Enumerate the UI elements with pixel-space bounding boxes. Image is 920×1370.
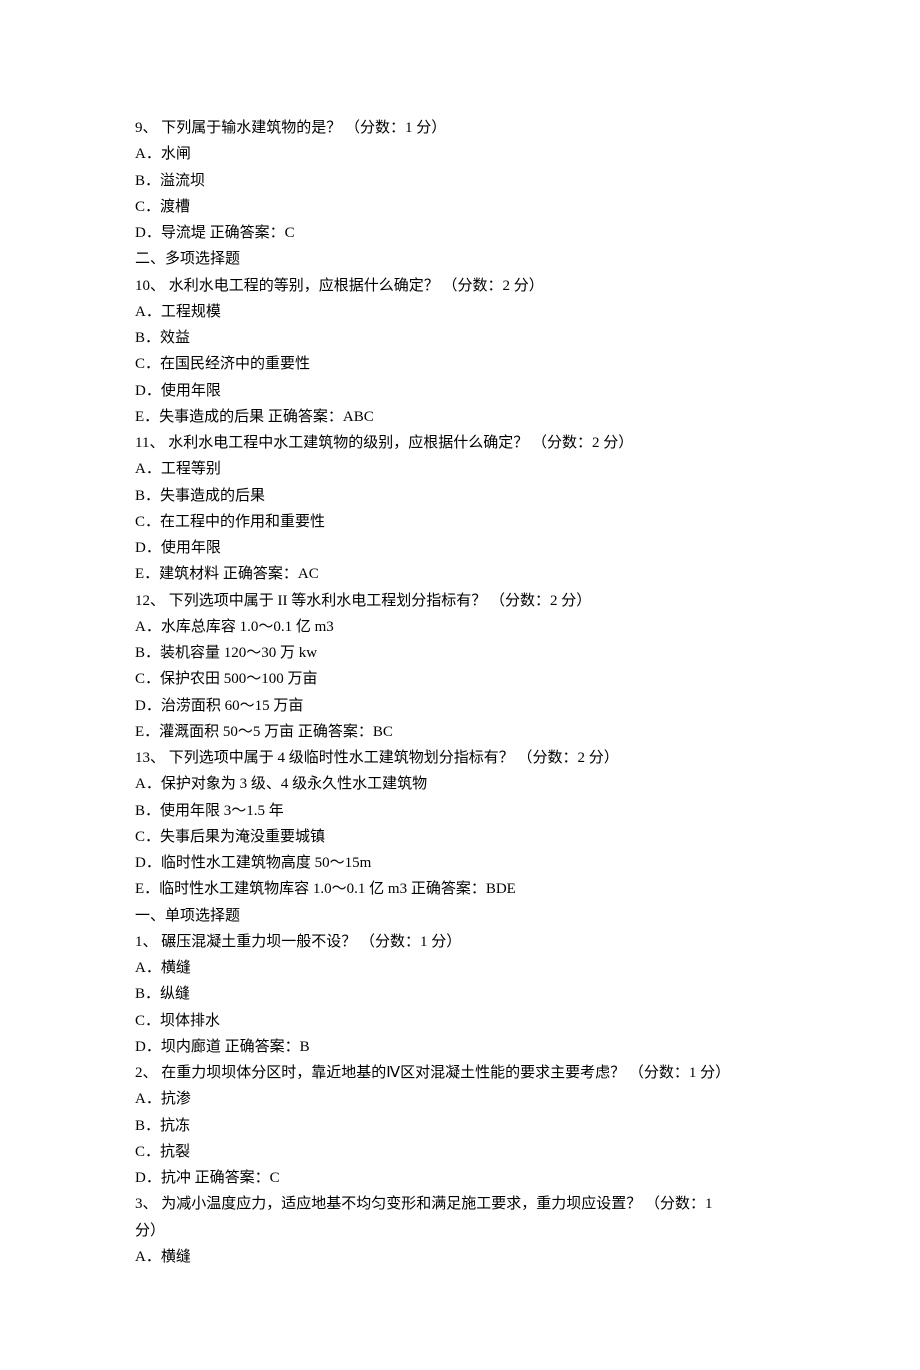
text-line: D．使用年限 bbox=[135, 378, 790, 404]
text-line: A．水闸 bbox=[135, 141, 790, 167]
text-line: C．保护农田 500～100 万亩 bbox=[135, 666, 790, 692]
text-line: C．渡槽 bbox=[135, 194, 790, 220]
text-line: A．工程等别 bbox=[135, 456, 790, 482]
text-line: B．失事造成的后果 bbox=[135, 483, 790, 509]
text-line: E．灌溉面积 50～5 万亩 正确答案：BC bbox=[135, 719, 790, 745]
text-line: C．坝体排水 bbox=[135, 1008, 790, 1034]
text-line: 二、多项选择题 bbox=[135, 246, 790, 272]
text-line: E．失事造成的后果 正确答案：ABC bbox=[135, 404, 790, 430]
text-line: B．溢流坝 bbox=[135, 168, 790, 194]
text-line: A．保护对象为 3 级、4 级永久性水工建筑物 bbox=[135, 771, 790, 797]
text-line: 9、 下列属于输水建筑物的是？ （分数：1 分） bbox=[135, 115, 790, 141]
text-line: 11、 水利水电工程中水工建筑物的级别，应根据什么确定？ （分数：2 分） bbox=[135, 430, 790, 456]
text-line: C．失事后果为淹没重要城镇 bbox=[135, 824, 790, 850]
text-line: B．效益 bbox=[135, 325, 790, 351]
text-line: 分） bbox=[135, 1218, 790, 1244]
text-line: A．工程规模 bbox=[135, 299, 790, 325]
text-line: C．在工程中的作用和重要性 bbox=[135, 509, 790, 535]
text-line: C．在国民经济中的重要性 bbox=[135, 351, 790, 377]
text-line: D．使用年限 bbox=[135, 535, 790, 561]
text-line: 一、单项选择题 bbox=[135, 903, 790, 929]
text-line: D．坝内廊道 正确答案：B bbox=[135, 1034, 790, 1060]
text-line: A．抗渗 bbox=[135, 1086, 790, 1112]
text-line: A．横缝 bbox=[135, 1244, 790, 1270]
text-line: 12、 下列选项中属于 II 等水利水电工程划分指标有？ （分数：2 分） bbox=[135, 588, 790, 614]
text-line: D．抗冲 正确答案：C bbox=[135, 1165, 790, 1191]
text-line: B．装机容量 120～30 万 kw bbox=[135, 640, 790, 666]
text-line: C．抗裂 bbox=[135, 1139, 790, 1165]
text-line: 3、 为减小温度应力，适应地基不均匀变形和满足施工要求，重力坝应设置？ （分数：… bbox=[135, 1191, 790, 1217]
text-line: B．抗冻 bbox=[135, 1113, 790, 1139]
text-line: E．临时性水工建筑物库容 1.0～0.1 亿 m3 正确答案：BDE bbox=[135, 876, 790, 902]
text-line: D．临时性水工建筑物高度 50～15m bbox=[135, 850, 790, 876]
text-line: 13、 下列选项中属于 4 级临时性水工建筑物划分指标有？ （分数：2 分） bbox=[135, 745, 790, 771]
text-line: D．治涝面积 60～15 万亩 bbox=[135, 693, 790, 719]
text-line: 2、 在重力坝坝体分区时，靠近地基的Ⅳ区对混凝土性能的要求主要考虑？ （分数：1… bbox=[135, 1060, 790, 1086]
text-line: B．纵缝 bbox=[135, 981, 790, 1007]
text-line: 1、 碾压混凝土重力坝一般不设？ （分数：1 分） bbox=[135, 929, 790, 955]
text-line: B．使用年限 3～1.5 年 bbox=[135, 798, 790, 824]
text-line: E．建筑材料 正确答案：AC bbox=[135, 561, 790, 587]
text-line: 10、 水利水电工程的等别，应根据什么确定？ （分数：2 分） bbox=[135, 273, 790, 299]
text-line: D．导流堤 正确答案：C bbox=[135, 220, 790, 246]
text-line: A．水库总库容 1.0～0.1 亿 m3 bbox=[135, 614, 790, 640]
text-line: A．横缝 bbox=[135, 955, 790, 981]
